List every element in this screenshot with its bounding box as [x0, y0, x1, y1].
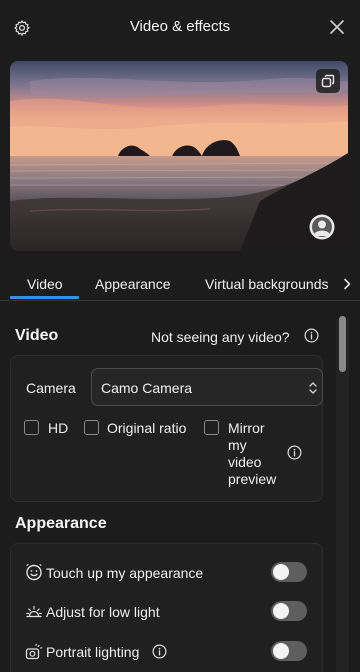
close-icon[interactable]	[329, 19, 345, 35]
popout-icon	[321, 74, 335, 88]
mirror-info-icon[interactable]	[287, 445, 302, 460]
tab-video[interactable]: Video	[27, 276, 63, 292]
popout-preview-button[interactable]	[316, 69, 340, 93]
video-section-title: Video	[15, 327, 59, 344]
original-ratio-checkbox[interactable]	[84, 420, 99, 435]
original-ratio-label: Original ratio	[107, 420, 187, 436]
portrait-lighting-label: Portrait lighting	[46, 644, 140, 660]
toggle-knob	[273, 603, 289, 619]
face-smile-icon	[26, 563, 42, 581]
low-light-label: Adjust for low light	[46, 604, 160, 620]
toggle-knob	[273, 564, 289, 580]
mirror-video-label-line4: preview	[228, 471, 277, 487]
mirror-video-label-line2: my	[228, 437, 247, 453]
info-icon[interactable]	[304, 328, 319, 343]
touch-up-label: Touch up my appearance	[46, 565, 204, 581]
camera-select-value: Camo Camera	[101, 380, 193, 396]
settings-tabs: Video Appearance Virtual backgrounds	[0, 268, 360, 300]
camera-label: Camera	[26, 380, 76, 396]
mirror-video-label-line1: Mirror	[228, 420, 265, 436]
camera-preview-image	[10, 61, 348, 251]
mirror-video-label-line3: video	[228, 454, 262, 470]
portrait-lighting-icon	[25, 643, 43, 660]
low-light-toggle[interactable]	[271, 601, 307, 621]
active-tab-indicator	[10, 296, 79, 299]
appearance-section-title: Appearance	[15, 515, 107, 532]
touch-up-toggle[interactable]	[271, 562, 307, 582]
select-arrows-icon	[309, 382, 317, 394]
mirror-video-checkbox[interactable]	[204, 420, 219, 435]
window-title: Video & effects	[129, 18, 231, 35]
hd-label: HD	[48, 420, 69, 436]
hd-checkbox[interactable]	[24, 420, 39, 435]
video-preview	[10, 61, 348, 251]
tab-appearance[interactable]: Appearance	[95, 276, 171, 292]
sun-icon	[26, 605, 42, 618]
user-avatar-icon	[309, 214, 335, 240]
tab-virtual-backgrounds[interactable]: Virtual backgrounds	[205, 276, 328, 292]
toggle-knob	[273, 643, 289, 659]
not-seeing-video-link[interactable]: Not seeing any video?	[151, 329, 290, 345]
portrait-lighting-toggle[interactable]	[271, 641, 307, 661]
portrait-info-icon[interactable]	[152, 644, 167, 659]
camera-select[interactable]: Camo Camera	[91, 368, 323, 406]
title-bar: Video & effects	[0, 0, 360, 52]
scrollbar-thumb[interactable]	[339, 316, 346, 372]
chevron-right-icon[interactable]	[342, 278, 352, 290]
